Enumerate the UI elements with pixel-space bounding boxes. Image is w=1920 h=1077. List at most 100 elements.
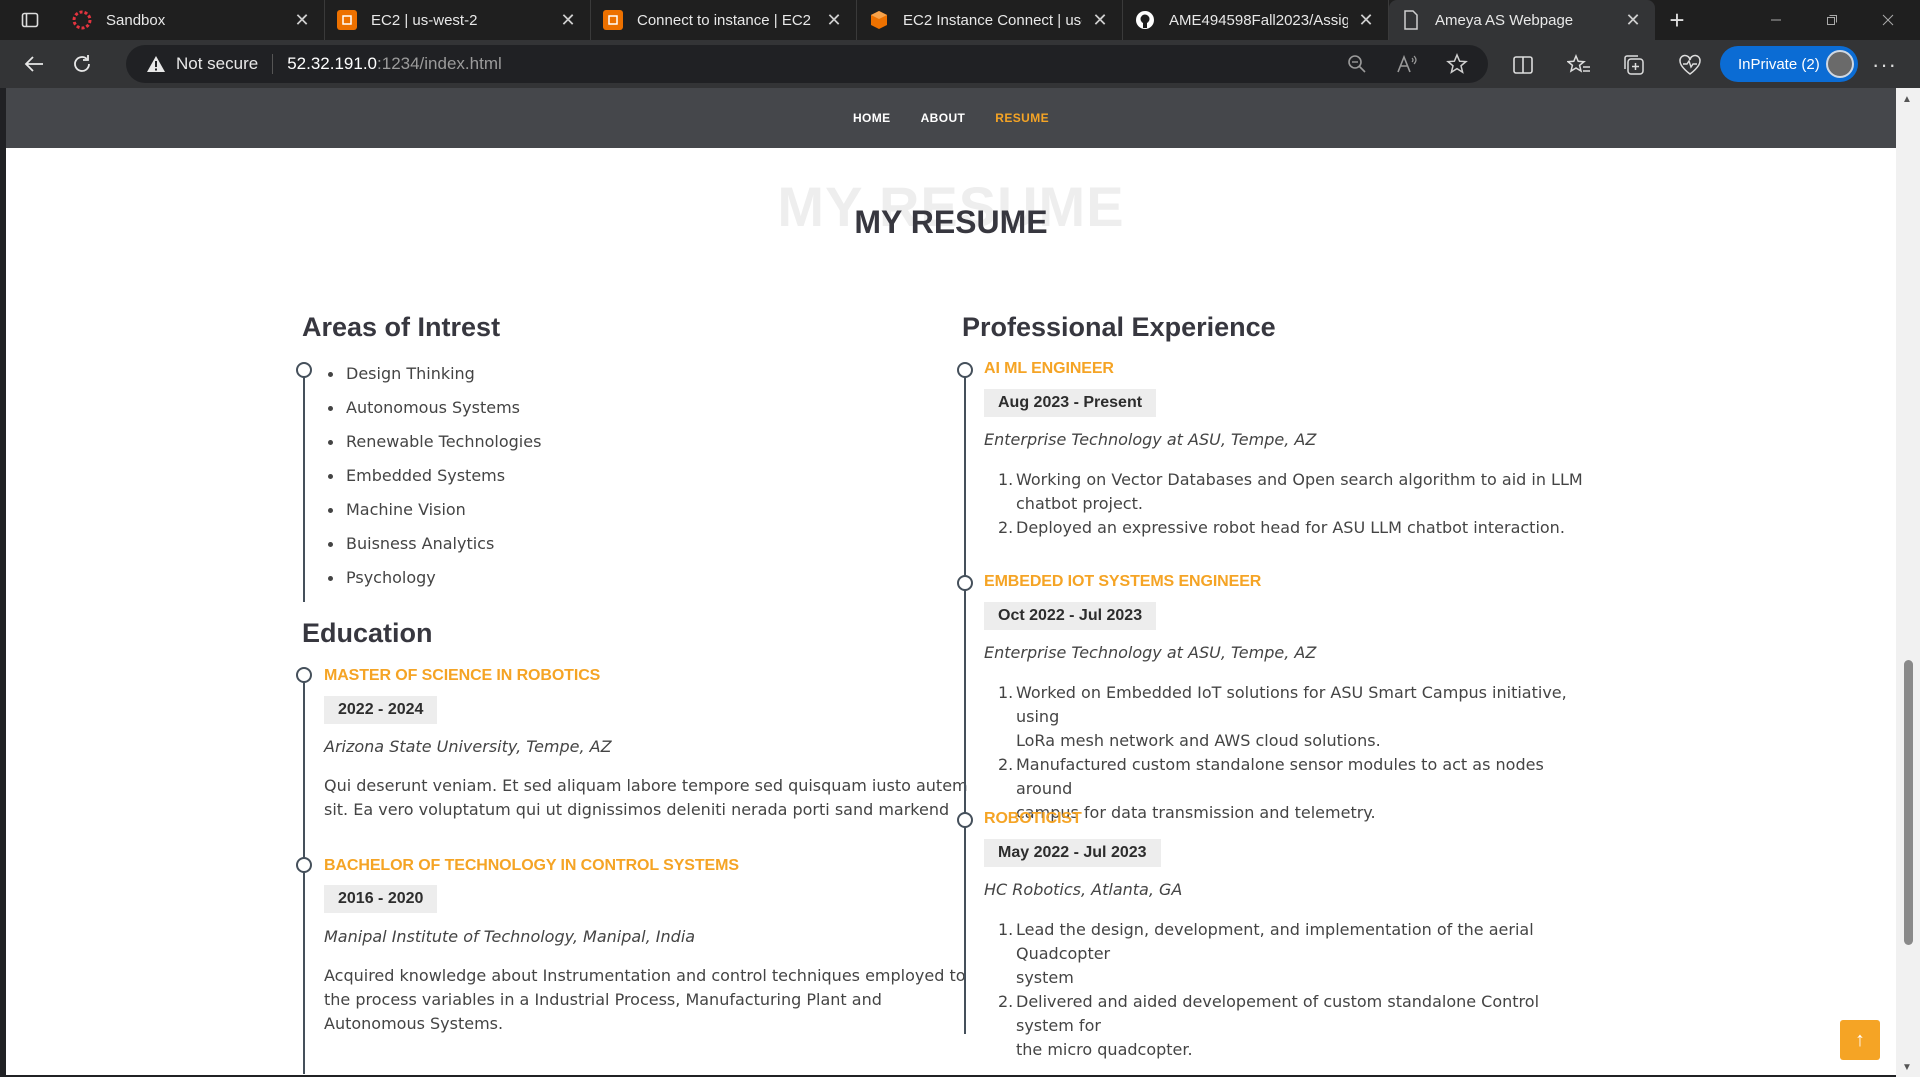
scroll-down-icon[interactable]: ▼ — [1902, 1062, 1912, 1073]
close-tab-icon[interactable]: ✕ — [1356, 10, 1376, 30]
address-bar[interactable]: Not secure 52.32.191.0:1234/index.html — [126, 45, 1488, 83]
github-icon — [1135, 10, 1155, 30]
zoom-icon[interactable] — [1345, 52, 1369, 76]
education-timeline-line — [303, 674, 305, 1074]
experience-timeline-line — [964, 370, 966, 1034]
read-aloud-icon[interactable] — [1395, 52, 1419, 76]
split-screen-icon[interactable] — [1510, 52, 1536, 78]
job-place: Enterprise Technology at ASU, Tempe, AZ — [984, 430, 1317, 449]
job-place: HC Robotics, Atlanta, GA — [984, 880, 1183, 899]
tab-title: AME494598Fall2023/Assign — [1169, 11, 1348, 29]
nav-home[interactable]: HOME — [838, 111, 906, 125]
date-badge: 2016 - 2020 — [324, 885, 438, 913]
arrow-up-icon: ↑ — [1855, 1028, 1865, 1051]
new-tab-button[interactable]: + — [1655, 0, 1699, 40]
close-tab-icon[interactable]: ✕ — [1090, 10, 1110, 30]
close-tab-icon[interactable]: ✕ — [1623, 10, 1643, 30]
timeline-dot — [957, 812, 973, 828]
browser-tab-bar: Sandbox ✕ EC2 | us-west-2 ✕ Connect to i… — [0, 0, 1920, 40]
refresh-icon — [74, 55, 90, 72]
page-icon — [1401, 10, 1421, 30]
minimize-icon — [1771, 19, 1781, 21]
close-window-button[interactable] — [1860, 0, 1916, 40]
settings-more-button[interactable]: ··· — [1872, 52, 1897, 78]
description-line: Qui deserunt veniam. Et sed aliquam labo… — [324, 776, 968, 795]
restore-button[interactable] — [1804, 0, 1860, 40]
list-item: Autonomous Systems — [328, 396, 541, 430]
nav-resume[interactable]: RESUME — [980, 111, 1064, 125]
sandbox-icon — [72, 10, 92, 30]
url-path: :1234/index.html — [377, 54, 502, 73]
close-tab-icon[interactable]: ✕ — [558, 10, 578, 30]
tab-instance-connect[interactable]: EC2 Instance Connect | us-w ✕ — [857, 0, 1123, 40]
date-badge: May 2022 - Jul 2023 — [984, 839, 1161, 867]
list-item: 1. Worked on Embedded IoT solutions for A… — [998, 683, 1567, 750]
job-place: Enterprise Technology at ASU, Tempe, AZ — [984, 643, 1317, 662]
tab-github[interactable]: AME494598Fall2023/Assign ✕ — [1123, 0, 1389, 40]
list-item: 2. Deployed an expressive robot head for … — [998, 518, 1565, 537]
restore-icon — [1827, 15, 1837, 25]
address-separator — [272, 54, 274, 74]
date-badge: Aug 2023 - Present — [984, 389, 1157, 417]
back-arrow-icon — [24, 56, 43, 72]
inprivate-profile-button[interactable]: InPrivate (2) — [1720, 46, 1858, 82]
list-item: Embedded Systems — [328, 464, 541, 498]
back-button[interactable] — [10, 44, 58, 84]
scroll-up-icon[interactable]: ▲ — [1902, 94, 1912, 105]
minimize-button[interactable] — [1748, 0, 1804, 40]
more-dots-icon: ··· — [1872, 52, 1897, 77]
description-line: sit. Ea vero voluptatum qui ut dignissim… — [324, 800, 950, 819]
favorite-star-icon[interactable] — [1445, 52, 1469, 76]
tab-title: EC2 Instance Connect | us-w — [903, 11, 1082, 29]
timeline-dot — [296, 857, 312, 873]
security-status[interactable]: Not secure — [176, 54, 258, 74]
tab-sandbox[interactable]: Sandbox ✕ — [60, 0, 325, 40]
tab-actions-icon — [21, 12, 39, 28]
timeline-dot — [296, 667, 312, 683]
list-item: Machine Vision — [328, 498, 541, 532]
plus-icon: + — [1669, 4, 1685, 35]
nav-about[interactable]: ABOUT — [906, 111, 981, 125]
list-item: Psychology — [328, 566, 541, 600]
page-scrollbar[interactable]: ▲ ▼ — [1896, 88, 1920, 1077]
tab-title: Sandbox — [106, 11, 166, 29]
warning-icon — [147, 56, 165, 72]
inprivate-label: InPrivate (2) — [1738, 55, 1820, 73]
aws-ec2-icon — [603, 10, 623, 30]
list-item: Design Thinking — [328, 362, 541, 396]
page-viewport: HOME ABOUT RESUME MY RESUME MY RESUME Ar… — [6, 88, 1896, 1075]
scrollbar-thumb[interactable] — [1904, 660, 1913, 945]
close-window-icon — [1882, 14, 1894, 26]
interests-list: Design Thinking Autonomous Systems Renew… — [328, 362, 541, 600]
timeline-dot — [296, 362, 312, 378]
list-item: 1. Working on Vector Databases and Open s… — [998, 470, 1583, 513]
favorites-icon[interactable] — [1566, 52, 1592, 78]
browser-essentials-icon[interactable] — [1677, 52, 1703, 78]
list-item: 2. Delivered and aided developement of cu… — [998, 992, 1540, 1059]
list-item: 1. Lead the design, development, and impl… — [998, 920, 1534, 987]
experience-heading: Professional Experience — [962, 312, 1276, 342]
section-title: MY RESUME — [854, 204, 1048, 240]
tab-title: Connect to instance | EC2 | u — [637, 11, 816, 29]
job-role: ROBOTICIST — [984, 810, 1082, 827]
date-badge: 2022 - 2024 — [324, 696, 438, 724]
list-item: Buisness Analytics — [328, 532, 541, 566]
tab-ameya-webpage[interactable]: Ameya AS Webpage ✕ — [1389, 0, 1655, 40]
refresh-button[interactable] — [58, 44, 106, 84]
description-line: Acquired knowledge about Instrumentation… — [324, 966, 966, 985]
education-description: Acquired knowledge about Instrumentation… — [324, 964, 966, 1036]
tab-actions-button[interactable] — [0, 0, 60, 40]
job-points: 1. Worked on Embedded IoT solutions for A… — [984, 681, 1584, 825]
tab-connect-instance[interactable]: Connect to instance | EC2 | u ✕ — [591, 0, 857, 40]
tab-ec2[interactable]: EC2 | us-west-2 ✕ — [325, 0, 591, 40]
aws-ec2-icon — [337, 10, 357, 30]
close-tab-icon[interactable]: ✕ — [824, 10, 844, 30]
url-host: 52.32.191.0 — [287, 54, 378, 73]
back-to-top-button[interactable]: ↑ — [1840, 1020, 1880, 1060]
list-item: Renewable Technologies — [328, 430, 541, 464]
education-place: Arizona State University, Tempe, AZ — [324, 737, 612, 756]
aws-cube-icon — [869, 10, 889, 30]
close-tab-icon[interactable]: ✕ — [292, 10, 312, 30]
education-degree: MASTER OF SCIENCE IN ROBOTICS — [324, 667, 601, 684]
collections-icon[interactable] — [1621, 52, 1647, 78]
